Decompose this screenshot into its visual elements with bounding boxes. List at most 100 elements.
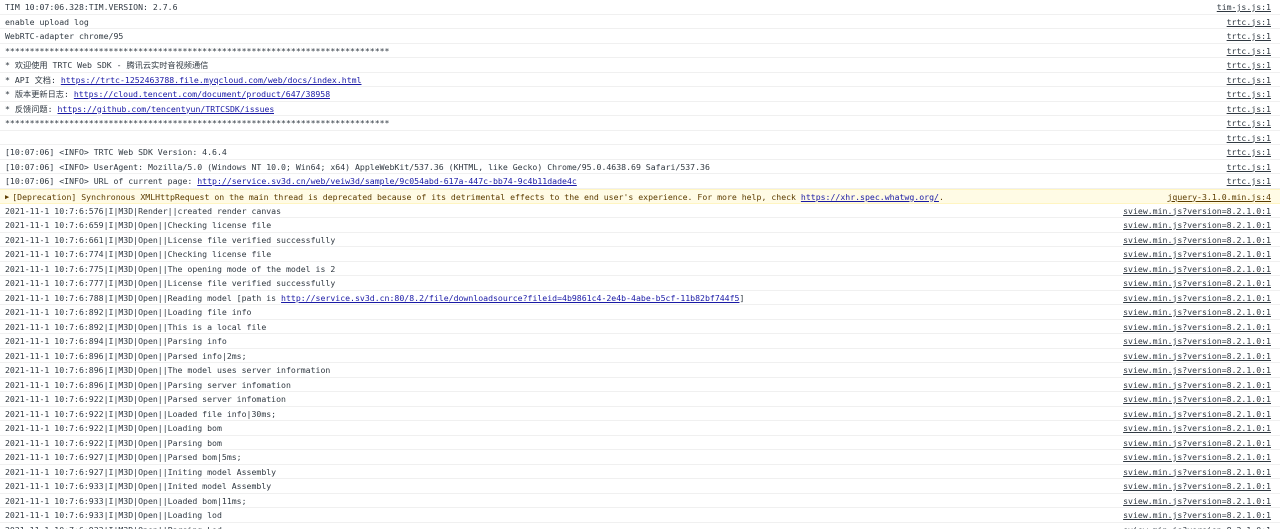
source-link[interactable]: sview.min.js?version=8.2.1.0:1 [1123,508,1271,523]
message-text: 2021-11-1 10:7:6:659|I|M3D|Open||Checkin… [5,220,272,230]
console-message: * 反馈问题: https://github.com/tencentyun/TR… [5,102,274,117]
console-message: 2021-11-1 10:7:6:927|I|M3D|Open||Initing… [5,465,276,480]
console-message: [10:07:06] <INFO> URL of current page: h… [5,174,577,189]
message-link[interactable]: https://trtc-1252463788.file.myqcloud.co… [61,75,362,85]
expand-arrow-icon[interactable]: ▶ [5,190,9,204]
source-link[interactable]: sview.min.js?version=8.2.1.0:1 [1123,436,1271,451]
source-link[interactable]: trtc.js:1 [1227,145,1271,160]
source-link[interactable]: trtc.js:1 [1227,44,1271,59]
console-message: [10:07:06] <INFO> TRTC Web SDK Version: … [5,145,227,160]
message-text: 2021-11-1 10:7:6:896|I|M3D|Open||The mod… [5,365,331,375]
console-row: ****************************************… [0,116,1280,131]
console-row: 2021-11-1 10:7:6:933|I|M3D|Open||Parsing… [0,523,1280,529]
source-link[interactable]: sview.min.js?version=8.2.1.0:1 [1123,291,1271,306]
console-row: 2021-11-1 10:7:6:892|I|M3D|Open||Loading… [0,305,1280,320]
console-row: [10:07:06] <INFO> UserAgent: Mozilla/5.0… [0,160,1280,175]
source-link[interactable]: sview.min.js?version=8.2.1.0:1 [1123,218,1271,233]
source-link[interactable]: sview.min.js?version=8.2.1.0:1 [1123,204,1271,219]
console-message: 2021-11-1 10:7:6:922|I|M3D|Open||Loading… [5,421,222,436]
source-link[interactable]: trtc.js:1 [1227,73,1271,88]
console-row: * 版本更新日志: https://cloud.tencent.com/docu… [0,87,1280,102]
source-link[interactable]: sview.min.js?version=8.2.1.0:1 [1123,523,1271,529]
message-link[interactable]: https://xhr.spec.whatwg.org/ [801,192,939,202]
source-link[interactable]: trtc.js:1 [1227,87,1271,102]
message-text: 2021-11-1 10:7:6:922|I|M3D|Open||Parsed … [5,394,286,404]
console-row: 2021-11-1 10:7:6:777|I|M3D|Open||License… [0,276,1280,291]
source-link[interactable]: sview.min.js?version=8.2.1.0:1 [1123,494,1271,509]
message-text: * API 文档: [5,74,61,85]
source-link[interactable]: sview.min.js?version=8.2.1.0:1 [1123,320,1271,335]
source-link[interactable]: trtc.js:1 [1227,116,1271,131]
source-link[interactable]: trtc.js:1 [1227,174,1271,189]
console-message: 2021-11-1 10:7:6:892|I|M3D|Open||Loading… [5,305,251,320]
message-text: 2021-11-1 10:7:6:933|I|M3D|Open||Loading… [5,510,222,520]
source-link[interactable]: trtc.js:1 [1227,160,1271,175]
source-link[interactable]: sview.min.js?version=8.2.1.0:1 [1123,363,1271,378]
source-link[interactable]: trtc.js:1 [1227,131,1271,146]
console-message: 2021-11-1 10:7:6:788|I|M3D|Open||Reading… [5,291,744,306]
message-text: 2021-11-1 10:7:6:933|I|M3D|Open||Loaded … [5,495,247,506]
console-message: 2021-11-1 10:7:6:896|I|M3D|Open||The mod… [5,363,330,378]
console-message: 2021-11-1 10:7:6:576|I|M3D|Render||creat… [5,204,281,219]
source-link[interactable]: sview.min.js?version=8.2.1.0:1 [1123,305,1271,320]
source-link[interactable]: sview.min.js?version=8.2.1.0:1 [1123,334,1271,349]
console-message: 2021-11-1 10:7:6:922|I|M3D|Open||Parsed … [5,392,286,407]
message-text: [10:07:06] <INFO> URL of current page: [5,176,198,186]
message-text: * 欢迎使用 TRTC Web SDK - 腾讯云实时音视频通信 [5,60,209,70]
message-text: 2021-11-1 10:7:6:775|I|M3D|Open||The ope… [5,263,336,274]
message-text: 2021-11-1 10:7:6:774|I|M3D|Open||Checkin… [5,249,272,259]
message-link[interactable]: http://service.sv3d.cn:80/8.2/file/downl… [281,293,739,303]
console-message: 2021-11-1 10:7:6:892|I|M3D|Open||This is… [5,320,266,335]
source-link[interactable]: sview.min.js?version=8.2.1.0:1 [1123,247,1271,262]
console-message: TIM 10:07:06.328:TIM.VERSION: 2.7.6 [5,0,178,15]
source-link[interactable]: trtc.js:1 [1227,29,1271,44]
source-link[interactable]: sview.min.js?version=8.2.1.0:1 [1123,479,1271,494]
console-row: [10:07:06] <INFO> URL of current page: h… [0,174,1280,189]
console-row: 2021-11-1 10:7:6:927|I|M3D|Open||Initing… [0,465,1280,480]
console-row: 2021-11-1 10:7:6:933|I|M3D|Open||Inited … [0,479,1280,494]
message-link[interactable]: http://service.sv3d.cn/web/veiw3d/sample… [197,176,577,186]
console-row: TIM 10:07:06.328:TIM.VERSION: 2.7.6 tim-j… [0,0,1280,15]
source-link[interactable]: sview.min.js?version=8.2.1.0:1 [1123,378,1271,393]
source-link[interactable]: tim-js.js:1 [1217,0,1271,15]
message-text: 2021-11-1 10:7:6:892|I|M3D|Open||This is… [5,321,267,332]
console-row: * 欢迎使用 TRTC Web SDK - 腾讯云实时音视频通信 trtc.js:… [0,58,1280,73]
console-row: enable upload log trtc.js:1 [0,15,1280,30]
console-row: 2021-11-1 10:7:6:788|I|M3D|Open||Reading… [0,291,1280,306]
console-row: [10:07:06] <INFO> TRTC Web SDK Version: … [0,145,1280,160]
console-row: 2021-11-1 10:7:6:896|I|M3D|Open||Parsed … [0,349,1280,364]
console-row: 2021-11-1 10:7:6:892|I|M3D|Open||This is… [0,320,1280,335]
console-row: 2021-11-1 10:7:6:922|I|M3D|Open||Loading… [0,421,1280,436]
console-row: WebRTC-adapter chrome/95 trtc.js:1 [0,29,1280,44]
console-message: 2021-11-1 10:7:6:659|I|M3D|Open||Checkin… [5,218,271,233]
source-link[interactable]: sview.min.js?version=8.2.1.0:1 [1123,450,1271,465]
source-link[interactable]: sview.min.js?version=8.2.1.0:1 [1123,465,1271,480]
console-message: WebRTC-adapter chrome/95 [5,29,123,44]
console-row: 2021-11-1 10:7:6:661|I|M3D|Open||License… [0,233,1280,248]
source-link[interactable]: sview.min.js?version=8.2.1.0:1 [1123,349,1271,364]
console-message: 2021-11-1 10:7:6:922|I|M3D|Open||Parsing… [5,436,222,451]
console-row: 2021-11-1 10:7:6:894|I|M3D|Open||Parsing… [0,334,1280,349]
source-link[interactable]: sview.min.js?version=8.2.1.0:1 [1123,262,1271,277]
message-text: 2021-11-1 10:7:6:788|I|M3D|Open||Reading… [5,292,282,303]
message-text: 2021-11-1 10:7:6:777|I|M3D|Open||License… [5,278,336,288]
source-link[interactable]: sview.min.js?version=8.2.1.0:1 [1123,421,1271,436]
message-link[interactable]: https://github.com/tencentyun/TRTCSDK/is… [57,104,274,114]
source-link[interactable]: trtc.js:1 [1227,15,1271,30]
message-text-tail: . [938,191,944,202]
message-link[interactable]: https://cloud.tencent.com/document/produ… [74,89,330,99]
console-row: 2021-11-1 10:7:6:922|I|M3D|Open||Loaded … [0,407,1280,422]
console-message: 2021-11-1 10:7:6:896|I|M3D|Open||Parsing… [5,378,291,393]
message-text: enable upload log [5,16,89,27]
source-link[interactable]: sview.min.js?version=8.2.1.0:1 [1123,407,1271,422]
console-message: * 欢迎使用 TRTC Web SDK - 腾讯云实时音视频通信 [5,58,208,73]
source-link[interactable]: sview.min.js?version=8.2.1.0:1 [1123,233,1271,248]
source-link[interactable]: sview.min.js?version=8.2.1.0:1 [1123,392,1271,407]
source-link[interactable]: jquery-3.1.0.min.js:4 [1167,190,1271,204]
console-message: ▶ [Deprecation] Synchronous XMLHttpReques… [5,190,944,204]
source-link[interactable]: trtc.js:1 [1227,58,1271,73]
console-message: ****************************************… [5,116,390,131]
message-text: [10:07:06] <INFO> TRTC Web SDK Version: … [5,147,227,157]
source-link[interactable]: sview.min.js?version=8.2.1.0:1 [1123,276,1271,291]
source-link[interactable]: trtc.js:1 [1227,102,1271,117]
